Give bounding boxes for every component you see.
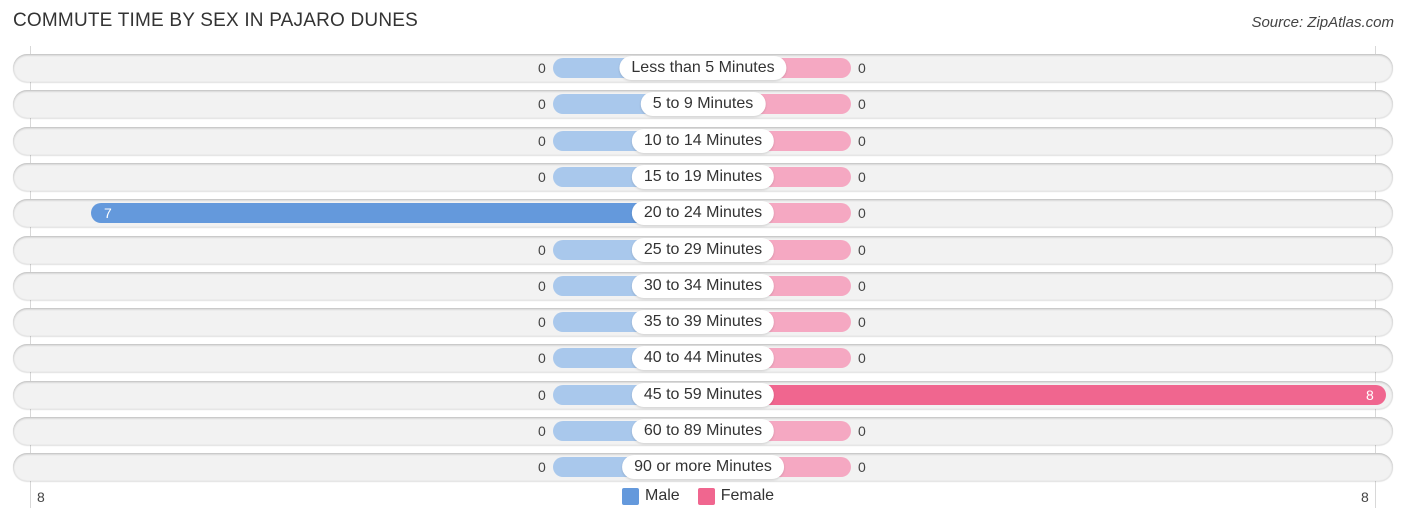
legend-swatch-male	[622, 487, 639, 505]
value-label-male: 0	[538, 132, 546, 149]
legend: Male Female	[622, 487, 784, 505]
value-label-female: 0	[858, 205, 866, 222]
category-label: 5 to 9 Minutes	[640, 92, 766, 117]
category-label: 60 to 89 Minutes	[631, 419, 775, 443]
chart-title: COMMUTE TIME BY SEX IN PAJARO DUNES	[13, 10, 419, 31]
category-label: 90 or more Minutes	[622, 455, 784, 480]
value-label-female: 8	[1366, 386, 1374, 403]
legend-item-female: Female	[697, 487, 775, 505]
value-label-female: 0	[858, 423, 866, 439]
category-label: 40 to 44 Minutes	[631, 346, 775, 371]
bar-female	[703, 384, 1386, 405]
source-label: Source: ZipAtlas.com	[1251, 14, 1394, 31]
legend-label-male: Male	[645, 487, 680, 504]
value-label-female: 0	[858, 314, 866, 331]
value-label-male: 0	[538, 350, 546, 367]
value-label-male: 0	[538, 168, 546, 185]
value-label-male: 0	[538, 314, 546, 331]
category-label: 20 to 24 Minutes	[631, 201, 775, 226]
value-label-female: 0	[858, 168, 866, 185]
category-label: 15 to 19 Minutes	[631, 164, 775, 189]
category-label: 45 to 59 Minutes	[631, 382, 775, 407]
value-label-male: 0	[538, 386, 546, 403]
value-label-female: 0	[858, 459, 866, 476]
legend-label-female: Female	[720, 487, 775, 504]
axis-left-max: 8	[37, 489, 45, 505]
value-label-female: 0	[858, 96, 866, 113]
legend-swatch-female	[697, 487, 715, 505]
value-label-male: 0	[538, 459, 546, 476]
value-label-female: 0	[858, 350, 866, 367]
value-label-male: 0	[538, 96, 546, 113]
value-label-female: 0	[858, 132, 866, 149]
value-label-male: 7	[104, 205, 112, 222]
value-label-male: 0	[538, 277, 546, 294]
bar-male	[91, 203, 703, 224]
category-label: Less than 5 Minutes	[619, 56, 787, 80]
value-label-female: 0	[858, 277, 866, 294]
category-label: 35 to 39 Minutes	[631, 310, 775, 335]
value-label-male: 0	[538, 60, 546, 76]
value-label-male: 0	[538, 241, 546, 258]
value-label-female: 0	[858, 241, 866, 258]
axis-right-max: 8	[1361, 489, 1369, 505]
category-label: 25 to 29 Minutes	[631, 237, 775, 262]
value-label-male: 0	[538, 423, 546, 439]
category-label: 30 to 34 Minutes	[631, 273, 775, 298]
legend-item-male: Male	[622, 487, 680, 505]
category-label: 10 to 14 Minutes	[631, 128, 775, 153]
value-label-female: 0	[858, 60, 866, 76]
